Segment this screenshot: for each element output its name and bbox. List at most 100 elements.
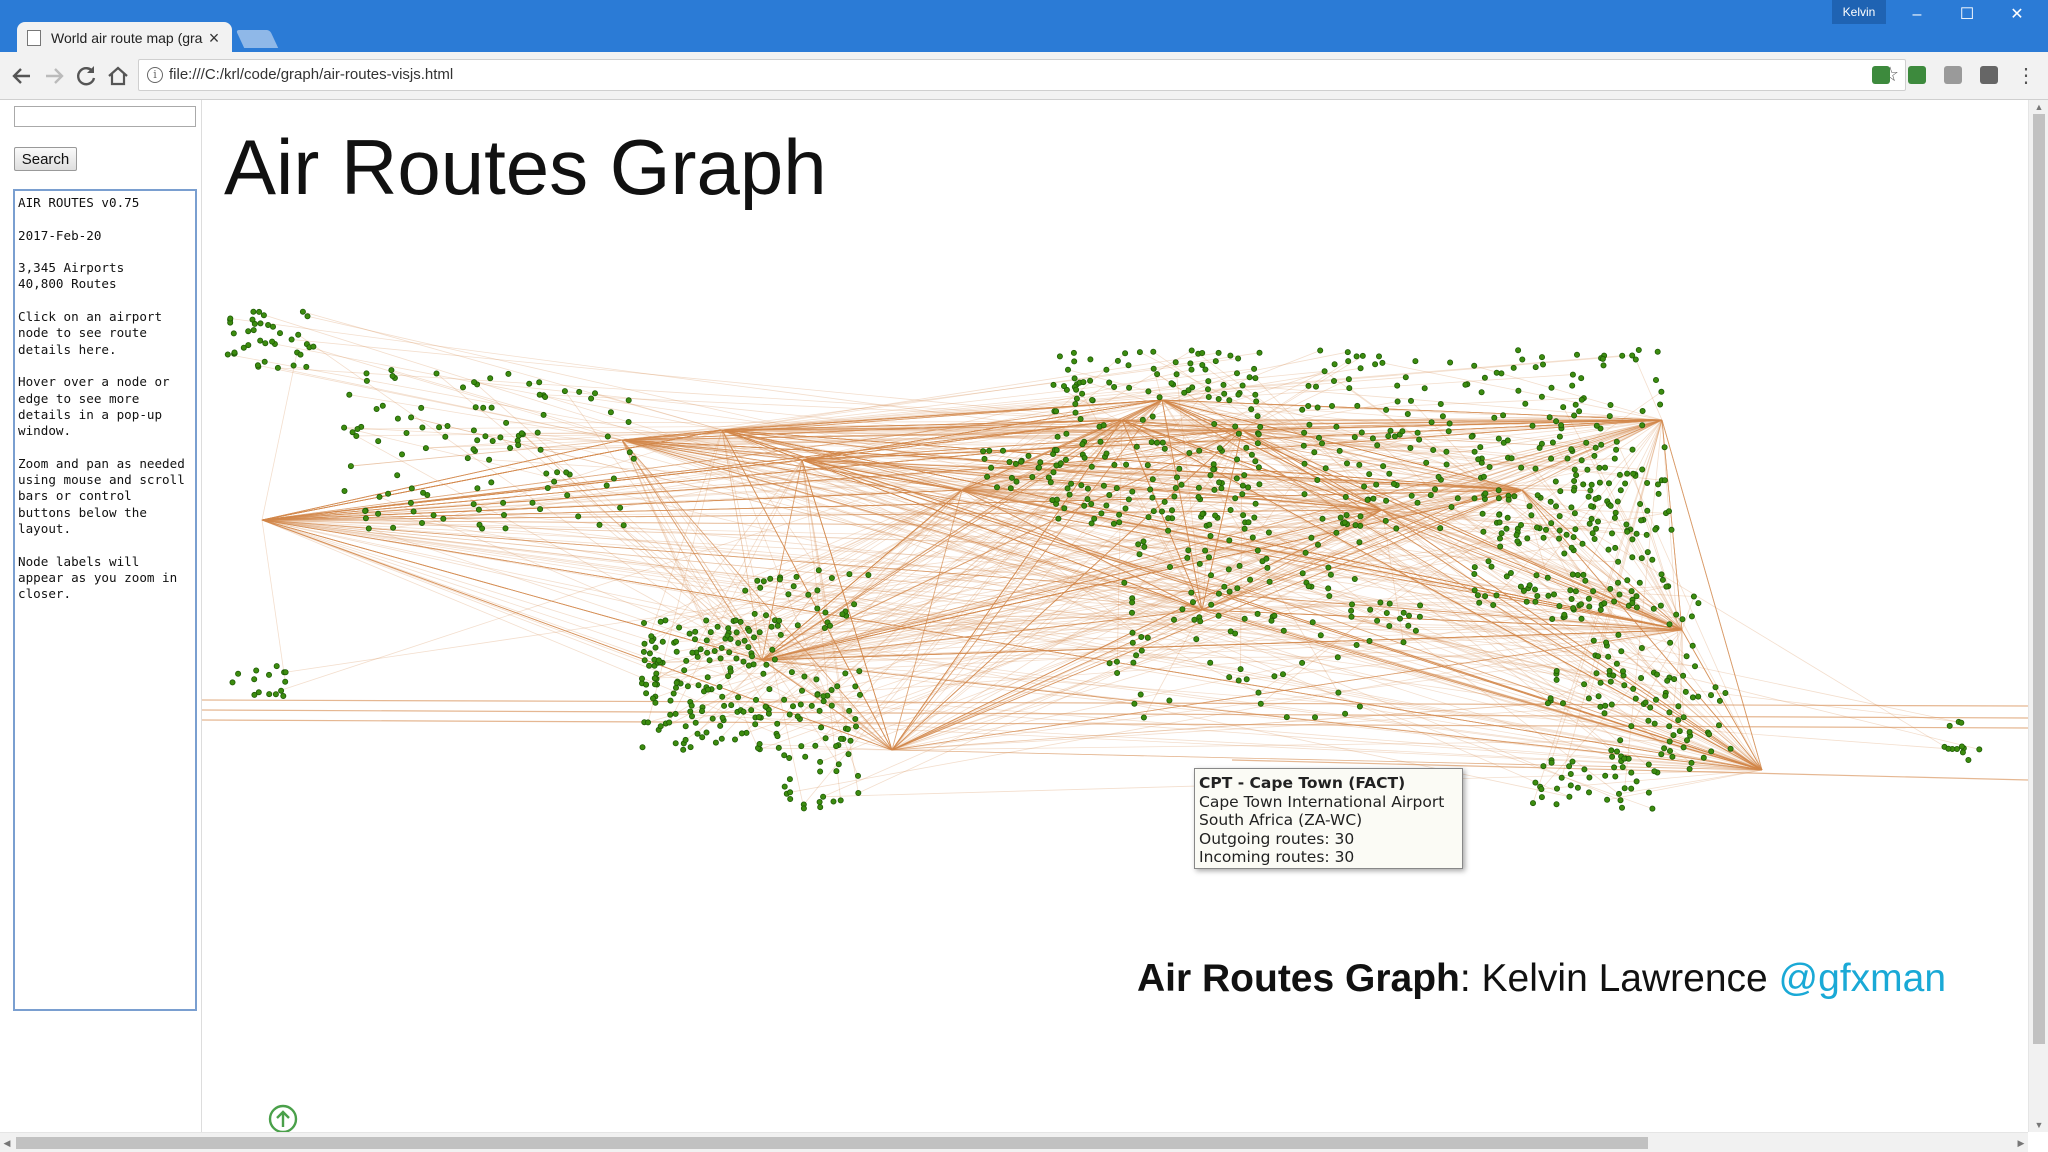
airport-node[interactable] — [1597, 703, 1604, 710]
airport-node[interactable] — [1632, 695, 1639, 702]
airport-node[interactable] — [1227, 352, 1234, 359]
airport-node[interactable] — [1405, 622, 1412, 629]
airport-node[interactable] — [1185, 387, 1192, 394]
airport-node[interactable] — [1195, 493, 1202, 500]
airport-node[interactable] — [717, 655, 724, 662]
airport-node[interactable] — [1624, 528, 1631, 535]
airport-node[interactable] — [1561, 611, 1568, 618]
airport-node[interactable] — [1325, 585, 1332, 592]
airport-node[interactable] — [551, 478, 558, 485]
airport-node[interactable] — [1667, 747, 1674, 754]
airport-node[interactable] — [687, 744, 694, 751]
airport-node[interactable] — [1140, 714, 1147, 721]
airport-node[interactable] — [1176, 465, 1183, 472]
airport-node[interactable] — [765, 710, 772, 717]
extension-icon[interactable] — [1944, 66, 1962, 84]
airport-node[interactable] — [1136, 349, 1143, 356]
airport-node[interactable] — [1493, 592, 1500, 599]
airport-node[interactable] — [1649, 805, 1656, 812]
airport-node[interactable] — [1380, 463, 1387, 470]
airport-node[interactable] — [1327, 571, 1334, 578]
airport-node[interactable] — [1695, 600, 1702, 607]
airport-node[interactable] — [1361, 483, 1368, 490]
airport-node[interactable] — [763, 612, 770, 619]
airport-node[interactable] — [1639, 422, 1646, 429]
airport-node[interactable] — [1091, 515, 1098, 522]
airport-node[interactable] — [1680, 714, 1687, 721]
airport-node[interactable] — [798, 743, 805, 750]
airport-node[interactable] — [260, 312, 267, 319]
airport-node[interactable] — [814, 691, 821, 698]
airport-node[interactable] — [1495, 495, 1502, 502]
route-edge[interactable] — [1681, 629, 1684, 676]
airport-node[interactable] — [1207, 472, 1214, 479]
airport-node[interactable] — [1191, 616, 1198, 623]
airport-node[interactable] — [1599, 355, 1606, 362]
airport-node[interactable] — [1638, 517, 1645, 524]
airport-node[interactable] — [1568, 504, 1575, 511]
airport-node[interactable] — [794, 713, 801, 720]
route-edge[interactable] — [261, 439, 623, 521]
airport-node[interactable] — [672, 638, 679, 645]
airport-node[interactable] — [1145, 388, 1152, 395]
airport-node[interactable] — [1722, 689, 1729, 696]
airport-node[interactable] — [630, 455, 637, 462]
airport-node[interactable] — [1619, 764, 1626, 771]
airport-node[interactable] — [777, 631, 784, 638]
airport-node[interactable] — [1131, 700, 1138, 707]
airport-node[interactable] — [1215, 349, 1222, 356]
airport-node[interactable] — [1620, 668, 1627, 675]
airport-node[interactable] — [482, 433, 489, 440]
airport-node[interactable] — [1168, 380, 1175, 387]
airport-node[interactable] — [303, 363, 310, 370]
airport-node[interactable] — [1336, 447, 1343, 454]
airport-node[interactable] — [794, 622, 801, 629]
airport-node[interactable] — [1341, 519, 1348, 526]
arrow-up-circle-icon[interactable] — [267, 1103, 299, 1135]
airport-node[interactable] — [1190, 599, 1197, 606]
airport-node[interactable] — [818, 724, 825, 731]
airport-node[interactable] — [487, 375, 494, 382]
airport-node[interactable] — [1300, 442, 1307, 449]
airport-node[interactable] — [270, 323, 277, 330]
airport-node[interactable] — [1690, 593, 1697, 600]
airport-node[interactable] — [1586, 603, 1593, 610]
airport-node[interactable] — [1314, 476, 1321, 483]
airport-node[interactable] — [1254, 610, 1261, 617]
airport-node[interactable] — [651, 675, 658, 682]
airport-node[interactable] — [1959, 749, 1966, 756]
airport-node[interactable] — [1613, 660, 1620, 667]
airport-node[interactable] — [388, 367, 395, 374]
airport-node[interactable] — [1218, 485, 1225, 492]
airport-node[interactable] — [1567, 770, 1574, 777]
airport-node[interactable] — [1617, 737, 1624, 744]
airport-node[interactable] — [1556, 433, 1563, 440]
airport-node[interactable] — [1073, 386, 1080, 393]
airport-node[interactable] — [394, 472, 401, 479]
airport-node[interactable] — [771, 656, 778, 663]
airport-node[interactable] — [1239, 482, 1246, 489]
airport-node[interactable] — [774, 733, 781, 740]
airport-node[interactable] — [1212, 358, 1219, 365]
airport-node[interactable] — [652, 644, 659, 651]
airport-node[interactable] — [1061, 505, 1068, 512]
airport-node[interactable] — [591, 390, 598, 397]
airport-node[interactable] — [1619, 352, 1626, 359]
airport-node[interactable] — [1305, 403, 1312, 410]
airport-node[interactable] — [1239, 382, 1246, 389]
airport-node[interactable] — [1185, 547, 1192, 554]
airport-node[interactable] — [1215, 590, 1222, 597]
airport-node[interactable] — [1645, 761, 1652, 768]
airport-node[interactable] — [1965, 756, 1972, 763]
airport-node[interactable] — [1650, 605, 1657, 612]
airport-node[interactable] — [1077, 416, 1084, 423]
airport-node[interactable] — [672, 684, 679, 691]
airport-node[interactable] — [620, 522, 627, 529]
airport-node[interactable] — [1178, 481, 1185, 488]
airport-node[interactable] — [681, 667, 688, 674]
airport-node[interactable] — [718, 644, 725, 651]
airport-node[interactable] — [1556, 513, 1563, 520]
airport-node[interactable] — [814, 587, 821, 594]
airport-node[interactable] — [1061, 383, 1068, 390]
airport-node[interactable] — [1428, 419, 1435, 426]
